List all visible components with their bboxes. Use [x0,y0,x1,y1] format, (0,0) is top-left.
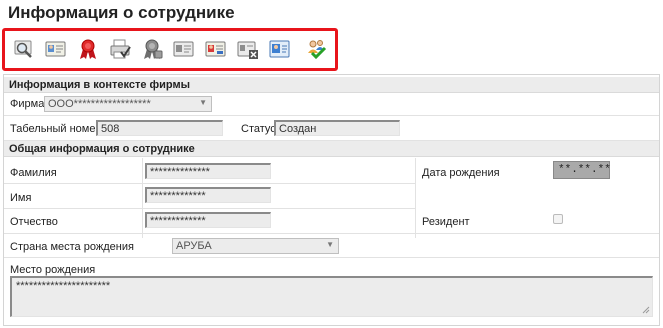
birthplace-textarea[interactable]: ********************** [10,276,653,317]
birth-country-value: АРУБА [176,240,212,252]
contact-card-icon[interactable] [173,38,195,60]
grid-line [4,257,659,258]
birth-country-label: Страна места рождения [10,241,134,253]
tab-number-field[interactable]: 508 [96,120,223,136]
birthplace-value: ********************** [16,280,111,292]
status-field[interactable]: Создан [274,120,400,136]
toolbar [2,28,338,71]
resize-grip-icon[interactable] [642,306,650,314]
patronymic-field[interactable]: ************* [145,212,271,228]
chevron-down-icon: ▼ [199,98,207,107]
award-ribbon-icon[interactable] [77,38,99,60]
lastname-field[interactable]: ************** [145,163,271,179]
birthplace-label: Место рождения [10,264,96,276]
grid-line [4,208,415,209]
grid-line [4,233,659,234]
lastname-label: Фамилия [10,167,57,179]
tab-number-label: Табельный номер [10,123,102,135]
divider [4,115,659,116]
firm-label: Фирма [10,98,45,110]
id-card-icon[interactable] [45,38,67,60]
print-check-icon[interactable] [109,38,131,60]
delete-card-icon[interactable] [237,38,259,60]
birthdate-field[interactable]: **.**.** [553,161,611,179]
person-card-icon[interactable] [205,38,227,60]
firm-select[interactable]: ООО****************** ▼ [44,96,212,112]
grid-line [4,183,415,184]
firstname-label: Имя [10,192,32,204]
patronymic-label: Отчество [10,216,58,228]
firstname-field[interactable]: ************* [145,187,271,203]
status-label: Статус [241,123,276,135]
person-photo-card-icon[interactable] [269,38,291,60]
resident-checkbox[interactable] [553,214,563,224]
grid-line [142,158,143,238]
firm-select-value: ООО****************** [48,98,151,110]
grid-line [415,158,416,238]
page-title: Информация о сотруднике [8,3,235,22]
birthdate-label: Дата рождения [422,167,500,179]
users-check-icon[interactable] [305,38,327,60]
general-section-header: Общая информация о сотруднике [4,141,659,157]
employee-form: Информация в контексте фирмы Фирма ООО**… [3,74,660,326]
chevron-down-icon: ▼ [326,240,334,249]
search-icon[interactable] [13,38,35,60]
firm-section-header: Информация в контексте фирмы [4,77,659,93]
grey-ribbon-icon[interactable] [141,38,163,60]
resident-label: Резидент [422,216,470,228]
birth-country-select[interactable]: АРУБА ▼ [172,238,339,254]
